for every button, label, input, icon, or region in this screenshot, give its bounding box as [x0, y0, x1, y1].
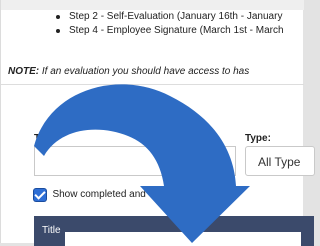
show-completed-row[interactable]: Show completed and exp — [34, 186, 165, 201]
title-filter-input[interactable] — [34, 146, 236, 176]
column-header-title[interactable]: Title — [42, 225, 61, 236]
show-completed-checkbox[interactable] — [34, 188, 46, 201]
steps-list: Step 2 - Self-Evaluation (January 16th -… — [53, 10, 284, 38]
type-filter-label: Type: — [245, 133, 271, 144]
step-item: Step 4 - Employee Signature (March 1st -… — [53, 24, 284, 38]
show-completed-label: Show completed and exp — [52, 189, 165, 201]
step-item: Step 2 - Self-Evaluation (January 16th -… — [53, 10, 284, 24]
note-text: NOTE: If an evaluation you should have a… — [8, 66, 249, 77]
type-filter-value: All Type — [258, 155, 301, 169]
note-body: If an evaluation you should have access … — [39, 66, 250, 77]
title-filter-label: Title — [34, 133, 55, 144]
type-filter-select[interactable]: All Type — [245, 146, 315, 176]
evaluation-panel: Step 2 - Self-Evaluation (January 16th -… — [0, 0, 315, 246]
divider — [1, 84, 304, 85]
table-row[interactable] — [65, 232, 301, 246]
header-shade — [1, 0, 304, 10]
note-label: NOTE: — [8, 66, 40, 77]
